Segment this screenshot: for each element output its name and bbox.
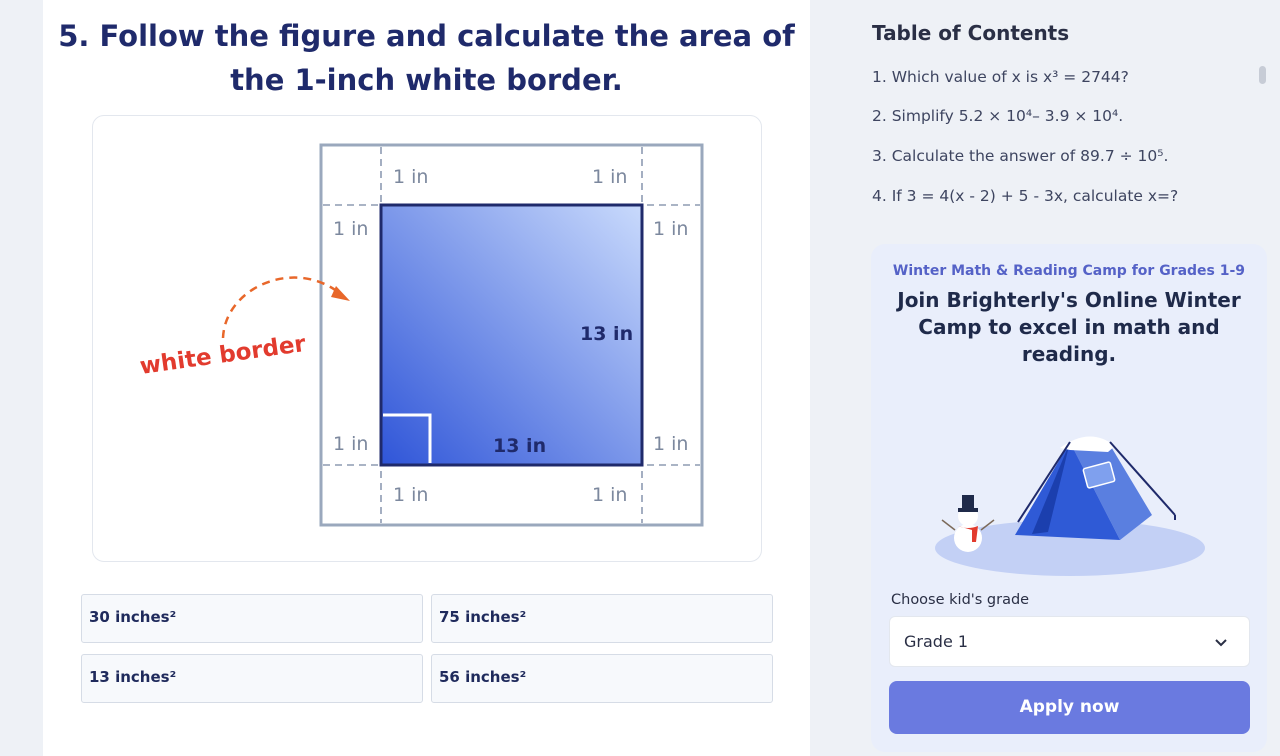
question-title-line1: 5. Follow the figure and calculate the a… [58,19,795,53]
bottom-length-label: 13 in [493,435,546,457]
side-length-label: 13 in [580,323,633,345]
label-upper-right: 1 in [653,218,688,240]
promo-kicker: Winter Math & Reading Camp for Grades 1-… [892,263,1246,279]
border-figure: 1 in 1 in 1 in 1 in 1 in 1 in 1 in 1 in … [138,143,704,527]
label-lower-right: 1 in [653,433,688,455]
winter-camp-illustration [935,436,1205,576]
toc-scrollbar[interactable] [1259,66,1266,84]
label-upper-left: 1 in [333,218,368,240]
apply-now-button[interactable]: Apply now [889,681,1250,734]
toc-item-1[interactable]: 1. Which value of x is x³ = 2744? [872,68,1129,86]
grade-select[interactable]: Grade 1 [889,616,1250,667]
grade-select-value: Grade 1 [904,632,969,651]
chevron-down-icon [1215,639,1227,647]
answer-option-3[interactable]: 13 inches² [81,654,423,703]
toc-item-3[interactable]: 3. Calculate the answer of 89.7 ÷ 10⁵. [872,147,1168,165]
toc-title: Table of Contents [872,21,1070,45]
question-title: 5. Follow the figure and calculate the a… [43,14,810,102]
promo-headline: Join Brighterly's Online Winter Camp to … [897,288,1241,366]
label-bottom-left: 1 in [393,484,428,506]
question-title-line2: the 1-inch white border. [230,63,623,97]
toc-item-2[interactable]: 2. Simplify 5.2 × 10⁴– 3.9 × 10⁴. [872,107,1123,125]
answer-option-2[interactable]: 75 inches² [431,594,773,643]
label-lower-left: 1 in [333,433,368,455]
label-top-right: 1 in [592,166,627,188]
answer-option-4[interactable]: 56 inches² [431,654,773,703]
grade-label: Choose kid's grade [891,592,1030,608]
label-top-left: 1 in [393,166,428,188]
figure-card: 1 in 1 in 1 in 1 in 1 in 1 in 1 in 1 in … [92,115,762,562]
toc-item-4[interactable]: 4. If 3 = 4(x - 2) + 5 - 3x, calculate x… [872,187,1178,205]
answer-option-1[interactable]: 30 inches² [81,594,423,643]
white-border-callout: white border [138,331,308,380]
label-bottom-right: 1 in [592,484,627,506]
